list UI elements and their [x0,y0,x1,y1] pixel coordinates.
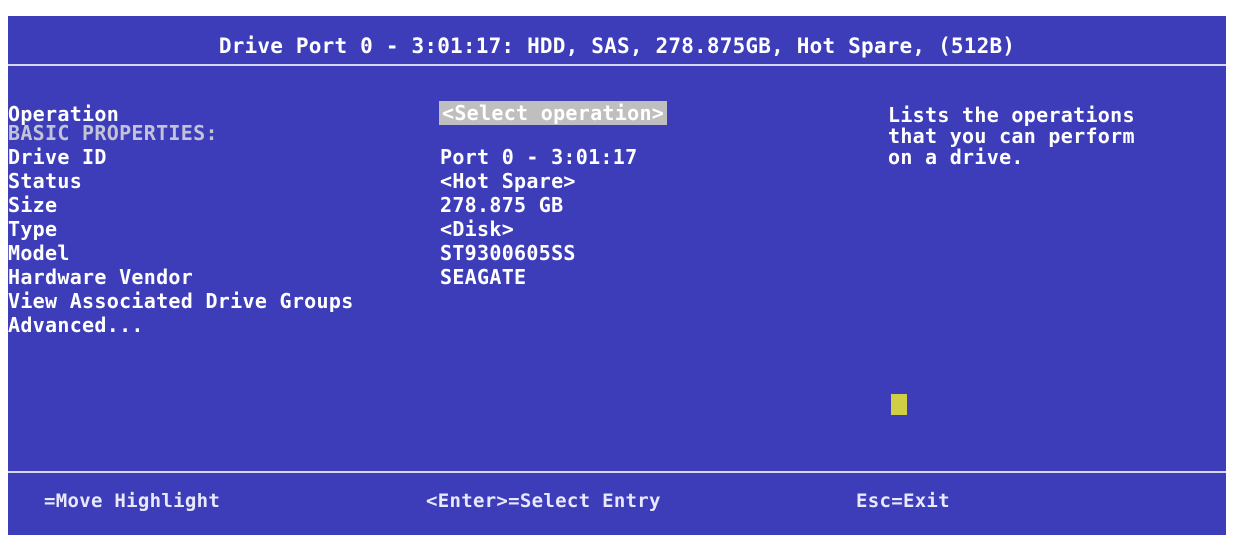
type-select[interactable]: <Disk> [440,219,514,239]
model-label: Model [8,241,70,265]
select-operation-dropdown[interactable]: <Select operation> [439,101,668,125]
drive-id-value: Port 0 - 3:01:17 [440,145,638,169]
help-text: Lists the operations that you can perfor… [888,105,1135,168]
header-divider [8,64,1226,66]
size-label: Size [8,193,58,217]
view-associated-drive-groups-link[interactable]: View Associated Drive Groups [8,291,354,311]
page-title: Drive Port 0 - 3:01:17: HDD, SAS, 278.87… [218,34,1016,58]
status-select[interactable]: <Hot Spare> [440,171,576,191]
footer-esc-hint: Esc=Exit [856,490,950,512]
bios-screen: Drive Port 0 - 3:01:17: HDD, SAS, 278.87… [8,16,1226,535]
advanced-link[interactable]: Advanced... [8,315,144,335]
footer-enter-hint: <Enter>=Select Entry [426,490,661,512]
status-label[interactable]: Status [8,171,82,191]
model-value: ST9300605SS [440,241,576,265]
hardware-vendor-value: SEAGATE [440,265,527,289]
text-cursor [891,394,907,415]
footer-move-hint: =Move Highlight [44,490,221,512]
help-line: on a drive. [888,145,1024,169]
basic-properties-heading: BASIC PROPERTIES: [8,121,218,145]
footer-divider [8,471,1226,473]
size-value: 278.875 GB [440,193,564,217]
drive-id-label: Drive ID [8,145,107,169]
hardware-vendor-label: Hardware Vendor [8,265,194,289]
type-label[interactable]: Type [8,219,57,239]
